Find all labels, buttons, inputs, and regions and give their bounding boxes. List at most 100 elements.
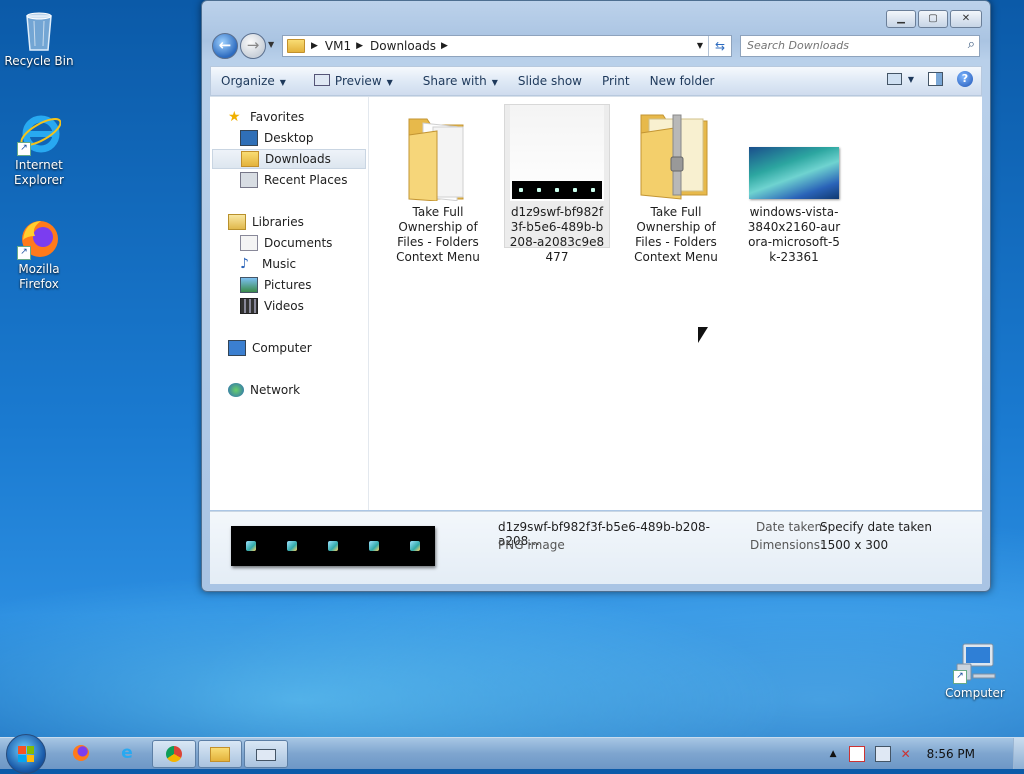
shortcut-arrow-icon: ↗ (17, 246, 31, 260)
file-item-png[interactable]: d1z9swf-bf982f3f-b5e6-489b-b208-a2083c9e… (504, 104, 610, 264)
new-folder-button[interactable]: New folder (640, 74, 725, 88)
start-button[interactable] (6, 734, 46, 774)
thumbnail-mark (368, 541, 379, 551)
nav-favorites[interactable]: ★ Favorites (228, 107, 383, 127)
print-button[interactable]: Print (592, 74, 640, 88)
nav-network[interactable]: Network (228, 380, 383, 400)
videos-icon (240, 298, 258, 314)
desktop-icon-mozilla-firefox[interactable]: ↗ Mozilla Firefox (1, 216, 77, 292)
windows-logo-icon (18, 746, 34, 762)
recent-pages-dropdown[interactable]: ▼ (268, 40, 274, 49)
breadcrumb-downloads[interactable]: Downloads (370, 39, 436, 53)
desktop-icon-internet-explorer[interactable]: ↗ Internet Explorer (1, 112, 77, 188)
search-input[interactable] (741, 36, 957, 54)
command-bar: Organize ▼ Preview ▼ Share with ▼ Slide sho… (210, 66, 982, 96)
keyboard-icon (256, 749, 276, 761)
window-controls: ▁ ▢ ✕ (886, 10, 982, 28)
address-dropdown-icon[interactable]: ▼ (697, 36, 703, 56)
taskbar-internet-explorer[interactable]: e (106, 740, 148, 766)
desktop-icon-recycle-bin[interactable]: Recycle Bin (1, 8, 77, 69)
chrome-icon (166, 746, 182, 762)
preview-button[interactable]: Preview ▼ (296, 74, 403, 88)
chevron-down-icon: ▼ (386, 78, 393, 87)
taskbar-app[interactable] (244, 740, 288, 768)
refresh-icon[interactable]: ⇆ (708, 36, 731, 56)
nav-label: Pictures (264, 278, 312, 292)
desktop-icon-label: Mozilla Firefox (18, 262, 60, 291)
computer-icon (228, 340, 246, 356)
nav-downloads[interactable]: Downloads (212, 149, 366, 169)
thumbnail-mark (327, 541, 338, 551)
file-item-zip[interactable]: Take Full Ownership of Files - Folders C… (624, 105, 728, 265)
back-button[interactable]: ← (212, 33, 238, 59)
preview-pane-icon[interactable] (928, 72, 943, 86)
clock[interactable]: 8:56 PM (927, 747, 975, 761)
recent-places-icon (240, 172, 258, 188)
breadcrumb-vm1[interactable]: VM1 (325, 39, 351, 53)
internet-explorer-icon: ↗ (17, 112, 62, 156)
slide-show-button[interactable]: Slide show (508, 74, 592, 88)
libraries-icon (228, 214, 246, 230)
search-box[interactable]: ⌕ (740, 35, 980, 57)
action-center-icon[interactable] (848, 745, 865, 762)
nav-libraries[interactable]: Libraries (228, 212, 383, 232)
desktop-icon-computer[interactable]: ↗ Computer (937, 640, 1013, 701)
nav-label: Videos (264, 299, 304, 313)
computer-icon: ↗ (953, 640, 997, 684)
nav-label: Desktop (264, 131, 314, 145)
file-name: d1z9swf-bf982f3f-b5e6-489b-b208-a2083c9e… (509, 205, 605, 264)
date-taken-value[interactable]: Specify date taken (820, 520, 932, 534)
address-bar[interactable]: ▶ VM1 ▶ Downloads ▶ ▼ ⇆ (282, 35, 732, 57)
network-status-icon[interactable] (874, 745, 891, 762)
file-name: windows-vista-3840x2160-aurora-microsoft… (747, 205, 841, 264)
forward-button[interactable]: → (240, 33, 266, 59)
nav-label: Computer (252, 341, 312, 355)
search-icon[interactable]: ⌕ (968, 37, 975, 52)
file-name: Take Full Ownership of Files - Folders C… (634, 205, 718, 264)
minimize-button[interactable]: ▁ (886, 10, 916, 28)
chevron-down-icon: ▼ (491, 78, 498, 87)
file-list: Take Full Ownership of Files - Folders C… (370, 97, 980, 510)
change-view-icon[interactable] (886, 73, 902, 85)
date-taken-label: Date taken: (756, 520, 827, 534)
nav-computer[interactable]: Computer (228, 338, 383, 358)
nav-label: Music (262, 257, 297, 271)
close-button[interactable]: ✕ (950, 10, 982, 28)
dimensions-label: Dimensions: (750, 538, 825, 552)
chevron-right-icon[interactable]: ▶ (311, 41, 318, 51)
desktop-icon-label: Computer (945, 686, 1005, 700)
share-with-button[interactable]: Share with ▼ (403, 74, 508, 88)
internet-explorer-icon: e (121, 743, 133, 763)
file-name: Take Full Ownership of Files - Folders C… (396, 205, 480, 264)
help-icon[interactable]: ? (957, 71, 973, 87)
taskbar-windows-explorer[interactable] (198, 740, 242, 768)
taskbar-firefox[interactable] (60, 740, 102, 766)
file-item-image[interactable]: windows-vista-3840x2160-aurora-microsoft… (742, 105, 846, 265)
show-hidden-icons-icon[interactable]: ▲ (830, 749, 837, 759)
explorer-window: ▁ ▢ ✕ ← → ▼ ▶ VM1 ▶ Downloads ▶ ▼ ⇆ ⌕ Or… (201, 0, 991, 592)
network-icon (228, 383, 244, 397)
file-item-folder[interactable]: Take Full Ownership of Files - Folders C… (386, 105, 490, 265)
maximize-button[interactable]: ▢ (918, 10, 948, 28)
mouse-cursor-icon (698, 327, 708, 343)
chevron-down-icon[interactable]: ▼ (908, 75, 914, 84)
desktop-icon (240, 130, 258, 146)
chevron-right-icon[interactable]: ▶ (356, 41, 363, 51)
taskbar-chrome[interactable] (152, 740, 196, 768)
dimensions-value: 1500 x 300 (820, 538, 889, 552)
volume-muted-icon[interactable]: ✕ (901, 747, 911, 761)
show-desktop-button[interactable] (1013, 738, 1024, 769)
image-preview (512, 181, 602, 199)
zip-folder-icon (633, 105, 719, 201)
chevron-right-icon[interactable]: ▶ (441, 41, 448, 51)
pictures-icon (240, 277, 258, 293)
nav-label: Recent Places (264, 173, 348, 187)
thumbnail-mark (287, 541, 298, 551)
organize-label: Organize (221, 74, 275, 88)
nav-label: Favorites (250, 110, 305, 124)
nav-label: Libraries (252, 215, 304, 229)
thumbnail-mark (409, 541, 420, 551)
desktop-icon-label: Internet Explorer (14, 158, 64, 187)
organize-button[interactable]: Organize ▼ (211, 74, 296, 88)
desktop-icon-label: Recycle Bin (4, 54, 74, 68)
